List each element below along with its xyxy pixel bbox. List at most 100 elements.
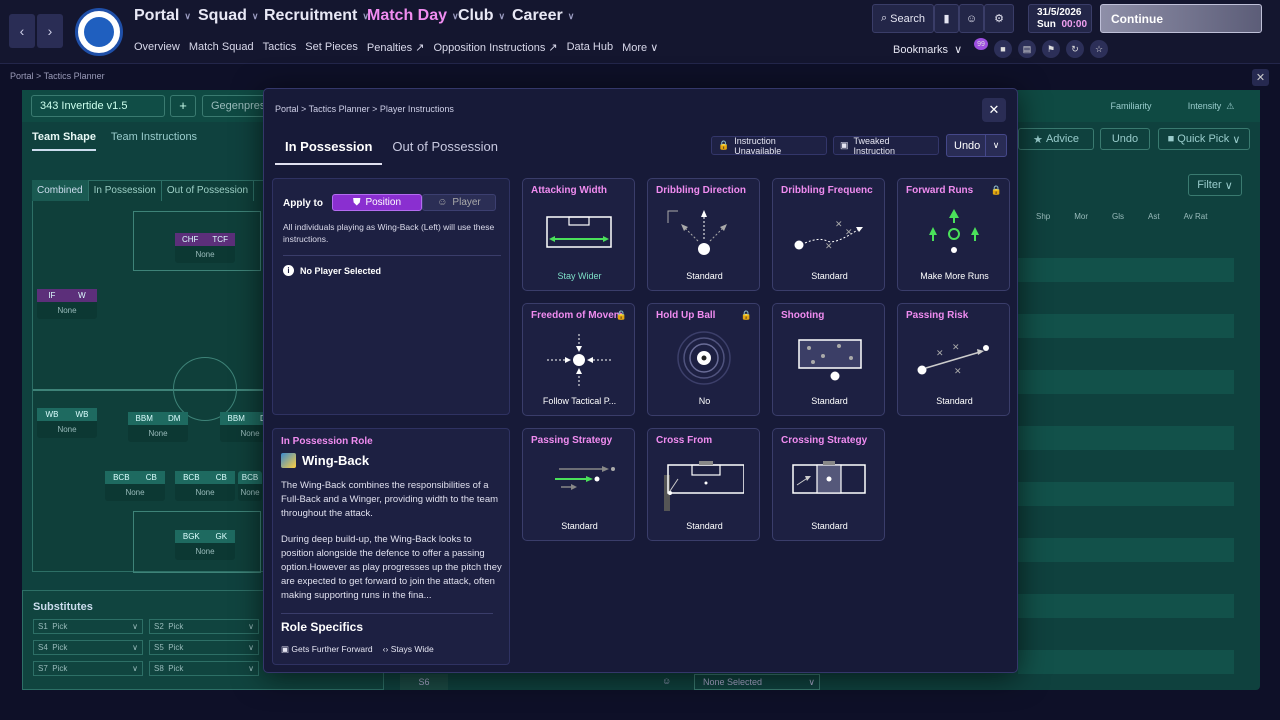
subnav-overview[interactable]: Overview — [134, 41, 180, 54]
card-hold-up-ball[interactable]: Hold Up Ball 🔒 No — [647, 303, 760, 416]
player-card[interactable]: IF W None — [37, 289, 97, 319]
player-card[interactable]: CHF TCF None — [175, 233, 235, 263]
sub-slot[interactable]: S1 Pick ∨ — [33, 619, 143, 634]
tab-out-of-possession-bg[interactable]: Out of Possession — [162, 180, 255, 201]
player-card[interactable]: BBM DM None — [128, 412, 188, 442]
subnav-data-hub[interactable]: Data Hub — [567, 41, 613, 54]
clipboard-icon[interactable]: ▤ — [1018, 40, 1036, 58]
svg-text:✕: ✕ — [845, 227, 853, 237]
refresh-icon[interactable]: ↻ — [1066, 40, 1084, 58]
card-shooting[interactable]: Shooting Standard — [772, 303, 885, 416]
subnav-set-pieces[interactable]: Set Pieces — [305, 41, 358, 54]
nav-squad[interactable]: Squad ∨ — [198, 7, 258, 25]
quick-pick-button[interactable]: ■ Quick Pick ∨ — [1158, 128, 1250, 150]
card-cross-from[interactable]: Cross From Standard — [647, 428, 760, 541]
tab-in-possession[interactable]: In Possession — [275, 135, 383, 165]
subnav-match-squad[interactable]: Match Squad — [189, 41, 254, 54]
tab-combined[interactable]: Combined — [32, 180, 89, 201]
shirt-icon[interactable]: ■ — [994, 40, 1012, 58]
col-shp[interactable]: Shp — [1036, 212, 1050, 221]
sub-slot[interactable]: S7 Pick ∨ — [33, 661, 143, 676]
sub-s6-select[interactable]: None Selected ∨ — [694, 674, 820, 690]
col-mor[interactable]: Mor — [1074, 212, 1088, 221]
passing-strategy-icon — [555, 466, 615, 490]
table-row[interactable] — [1018, 538, 1234, 562]
tab-team-shape[interactable]: Team Shape — [32, 131, 96, 151]
tab-team-instructions[interactable]: Team Instructions — [111, 131, 197, 143]
sub-slot[interactable]: S8 Pick ∨ — [149, 661, 259, 676]
card-crossing-strategy[interactable]: Crossing Strategy Standard — [772, 428, 885, 541]
card-dribbling-frequency[interactable]: Dribbling Frequency ✕ ✕ ✕ Standard — [772, 178, 885, 291]
forward-icon: ▣ — [281, 644, 290, 654]
tactic-mode-select[interactable]: Gegenpress — [202, 95, 272, 117]
sub-slot[interactable]: S2 Pick ∨ — [149, 619, 259, 634]
modal-tabs: In Possession Out of Possession — [275, 135, 508, 165]
card-forward-runs[interactable]: Forward Runs 🔒 Make More Runs — [897, 178, 1010, 291]
table-row[interactable] — [1018, 258, 1234, 282]
trophy-icon[interactable]: ☆ — [1090, 40, 1108, 58]
col-av-rat[interactable]: Av Rat — [1184, 212, 1208, 221]
tactic-select[interactable]: 343 Invertide v1.5 — [31, 95, 165, 117]
bg-undo-button[interactable]: Undo — [1100, 128, 1150, 150]
table-row[interactable] — [1018, 594, 1234, 618]
player-toggle[interactable]: ☺ Player — [422, 194, 496, 211]
tweaked-icon: ▣ — [840, 140, 849, 150]
subnav-more[interactable]: More ∨ — [622, 41, 658, 54]
table-row[interactable] — [1018, 426, 1234, 450]
subnav-opposition-instructions[interactable]: Opposition Instructions ↗ — [433, 41, 557, 54]
bookmark-button[interactable]: ▮ — [934, 4, 959, 33]
card-attacking-width[interactable]: Attacking Width Stay Wider — [522, 178, 635, 291]
sub-s6-row[interactable]: S6 ☺ None Selected ∨ — [400, 674, 820, 690]
forward-button[interactable]: › — [37, 14, 63, 48]
advice-button[interactable]: ★ Advice — [1018, 128, 1094, 150]
player-name: None — [125, 488, 145, 497]
card-dribbling-direction[interactable]: Dribbling Direction Standard — [647, 178, 760, 291]
svg-text:✕: ✕ — [936, 348, 944, 358]
club-crest[interactable] — [75, 8, 123, 56]
table-row[interactable] — [1018, 650, 1234, 674]
role-a: BCB — [183, 473, 200, 482]
subnav-penalties[interactable]: Penalties ↗ — [367, 41, 425, 54]
chevron-down-icon: ∨ — [132, 664, 138, 673]
nav-club[interactable]: Club ∨ — [458, 7, 505, 25]
sub-slot[interactable]: S5 Pick ∨ — [149, 640, 259, 655]
table-row[interactable] — [1018, 370, 1234, 394]
player-card[interactable]: BCB CB None — [175, 471, 235, 501]
tab-in-possession-bg[interactable]: In Possession — [89, 180, 162, 201]
table-row[interactable] — [1018, 482, 1234, 506]
player-card[interactable]: WB WB None — [37, 408, 97, 438]
add-tactic-button[interactable]: + — [170, 95, 196, 117]
nav-recruitment[interactable]: Recruitment ∨ — [264, 7, 369, 25]
continue-button[interactable]: Continue — [1100, 4, 1262, 33]
col-gls[interactable]: Gls — [1112, 212, 1124, 221]
page-close-button[interactable]: ✕ — [1252, 69, 1269, 86]
role-name[interactable]: Wing-Back — [281, 453, 369, 468]
position-toggle[interactable]: ⛊ Position — [332, 194, 422, 211]
modal-close-button[interactable]: ✕ — [982, 98, 1006, 122]
settings-button[interactable]: ⚙ — [984, 4, 1014, 33]
nav-portal[interactable]: Portal ∨ — [134, 7, 191, 25]
nav-career[interactable]: Career ∨ — [512, 7, 574, 25]
player-card[interactable]: BCB None — [238, 471, 262, 501]
shirt-icon: ■ — [1167, 133, 1178, 145]
subnav-tactics[interactable]: Tactics — [263, 41, 297, 54]
back-button[interactable]: ‹ — [9, 14, 35, 48]
search-button[interactable]: ⌕ Search — [872, 4, 934, 33]
sub-slot[interactable]: S4 Pick ∨ — [33, 640, 143, 655]
tab-out-of-possession[interactable]: Out of Possession — [382, 135, 508, 165]
filter-button[interactable]: Filter ∨ — [1188, 174, 1242, 196]
card-freedom-of-movement[interactable]: Freedom of Movement 🔒 Follow Tactical P.… — [522, 303, 635, 416]
bookmarks-menu[interactable]: Bookmarks ∨ — [893, 43, 962, 56]
card-passing-risk[interactable]: Passing Risk ✕ ✕ ✕ Standard — [897, 303, 1010, 416]
legend-tweaked: ▣ Tweaked Instruction — [833, 136, 939, 156]
undo-button[interactable]: Undo ∨ — [946, 134, 1007, 157]
nav-match-day[interactable]: Match Day ∨ — [367, 7, 459, 25]
player-card[interactable]: BCB CB None — [105, 471, 165, 501]
chevron-down-icon[interactable]: ∨ — [985, 135, 1006, 156]
player-card[interactable]: BGK GK None — [175, 530, 235, 560]
training-icon[interactable]: ⚑ — [1042, 40, 1060, 58]
table-row[interactable] — [1018, 314, 1234, 338]
card-passing-strategy[interactable]: Passing Strategy Standard — [522, 428, 635, 541]
head-button[interactable]: ☺ — [959, 4, 984, 33]
col-ast[interactable]: Ast — [1148, 212, 1160, 221]
